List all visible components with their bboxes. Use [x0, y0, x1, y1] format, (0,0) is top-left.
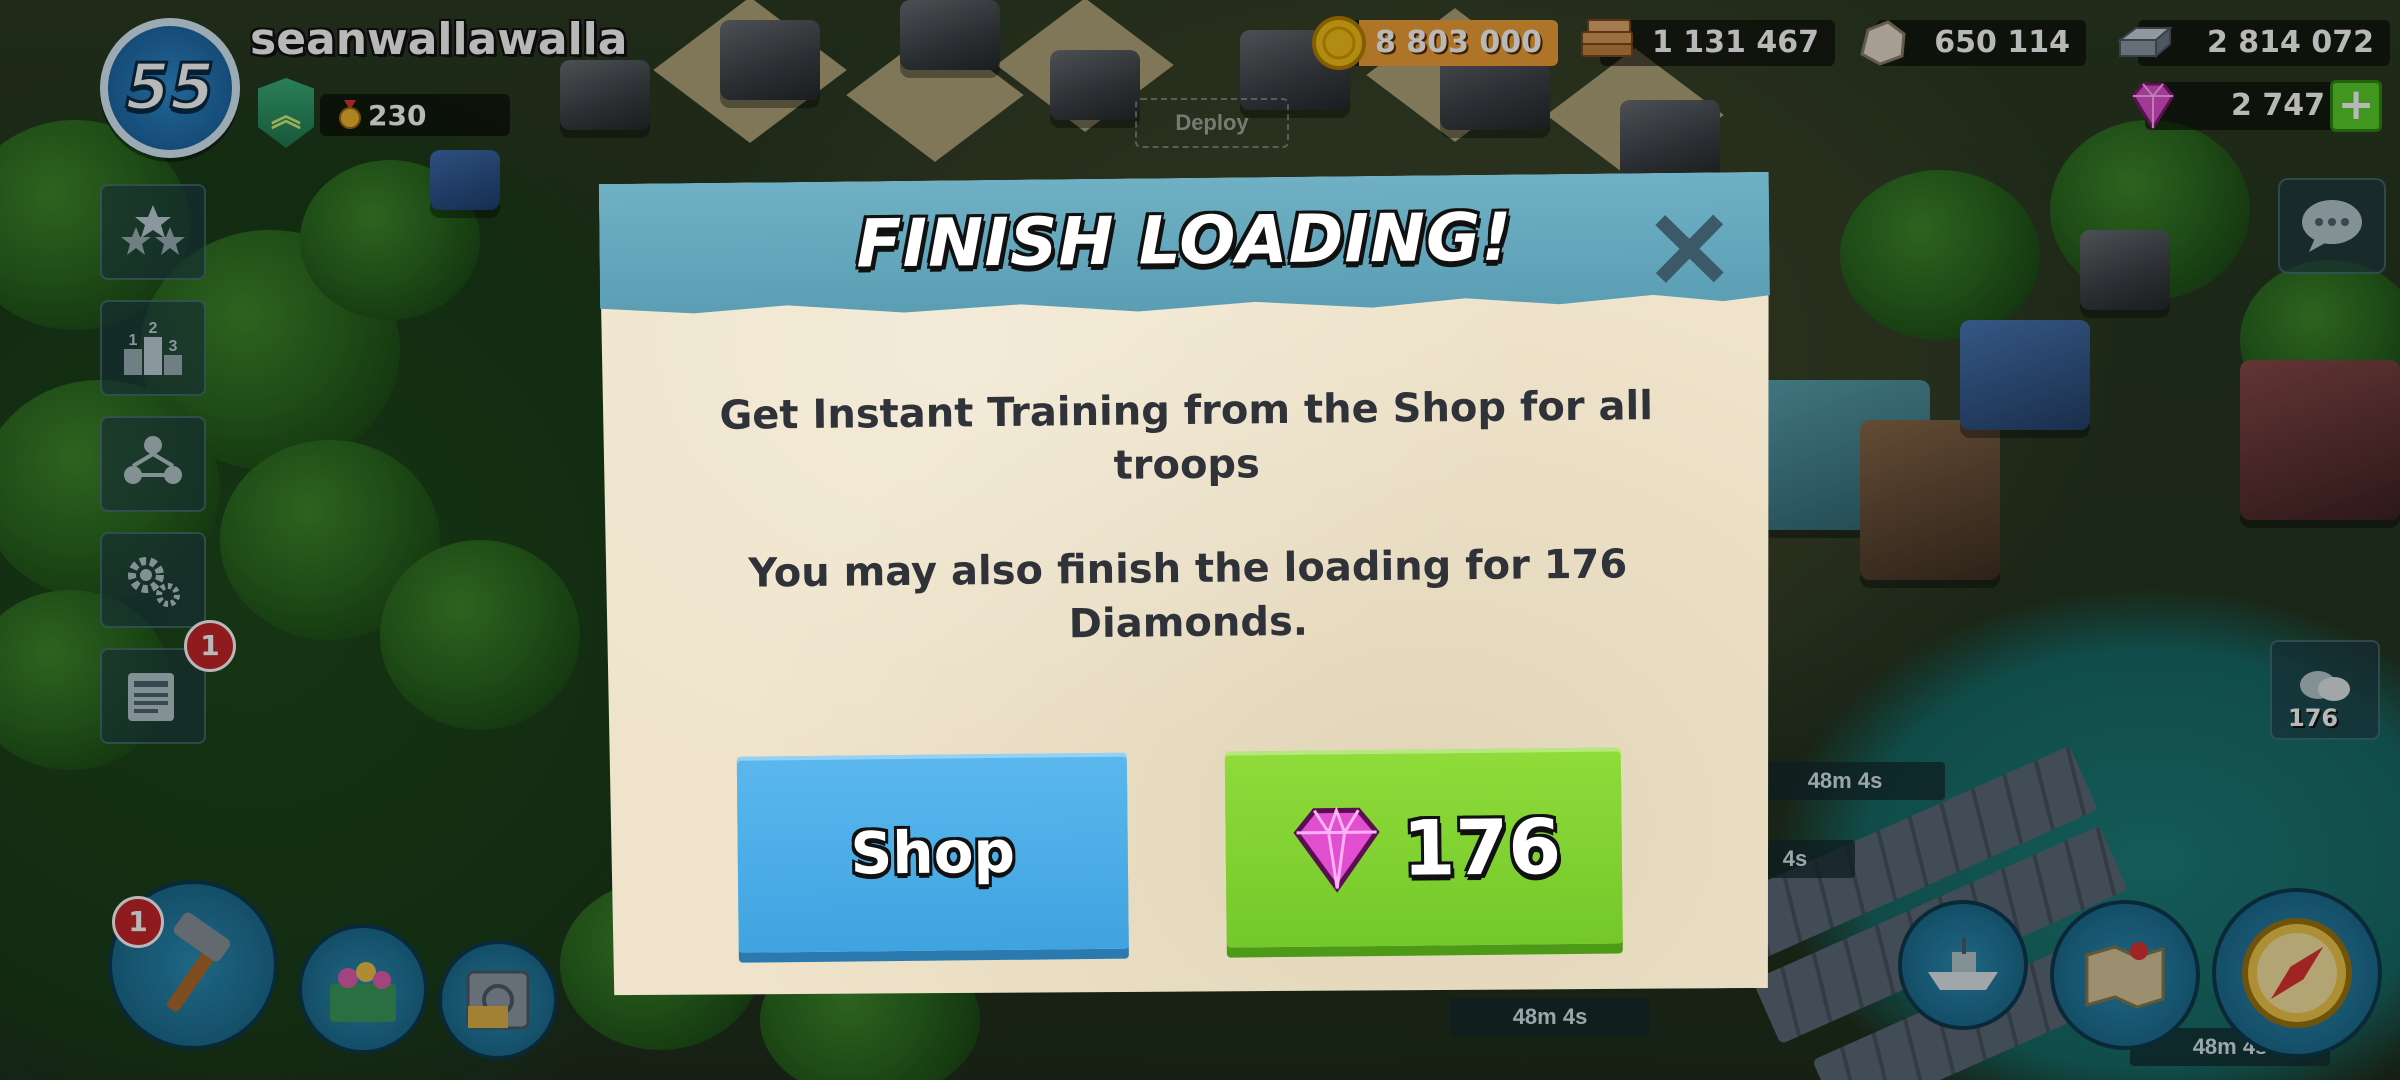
shop-button-label: Shop [850, 817, 1016, 888]
dialog-title: FINISH LOADING! [856, 198, 1513, 283]
finish-loading-dialog: FINISH LOADING! Get Instant Training fro… [599, 172, 1777, 1000]
shop-button[interactable]: Shop [736, 752, 1129, 953]
dialog-message-diamonds: You may also finish the loading for 176 … [748, 541, 1628, 648]
close-icon [1655, 214, 1724, 283]
diamond-cost: 176 [1401, 801, 1562, 893]
diamond-icon [1293, 806, 1380, 893]
finish-with-diamonds-button[interactable]: 176 [1224, 747, 1623, 948]
close-button[interactable] [1649, 208, 1730, 289]
dialog-message-shop: Get Instant Training from the Shop for a… [719, 383, 1654, 489]
